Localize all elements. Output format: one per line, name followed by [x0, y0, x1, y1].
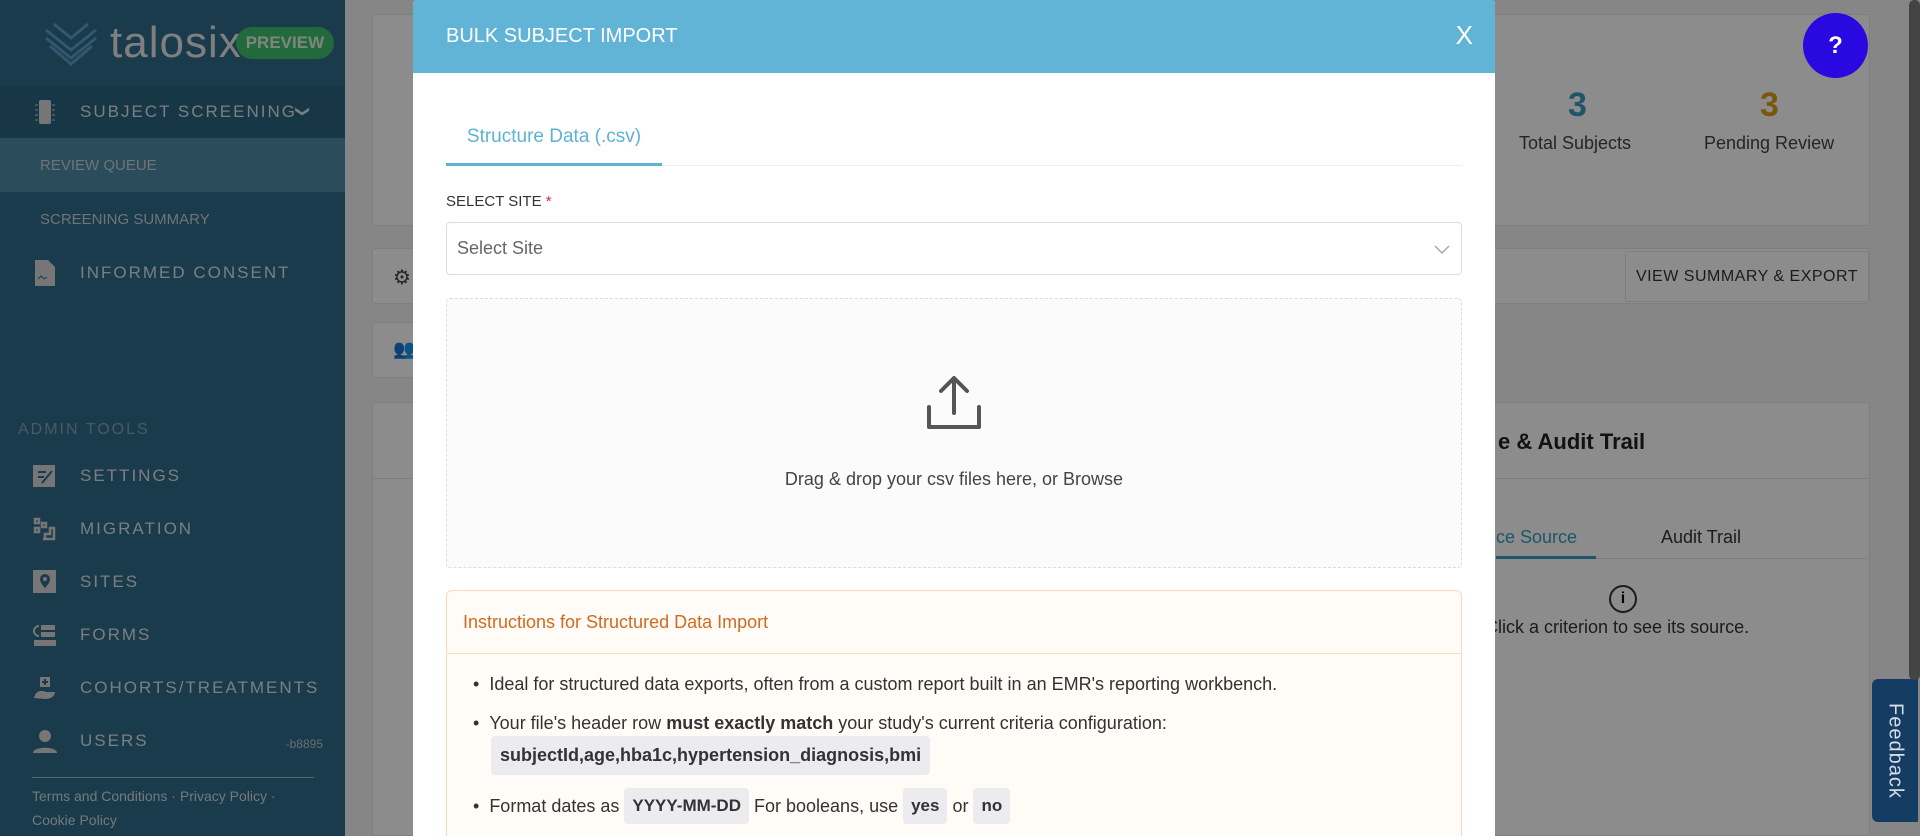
bulk-import-modal: BULK SUBJECT IMPORT X Structure Data (.c…	[413, 0, 1495, 836]
close-icon[interactable]: X	[1456, 20, 1473, 51]
yes-code: yes	[903, 788, 948, 824]
instruction-text: your study's current criteria configurat…	[833, 713, 1167, 733]
instruction-item: Format dates as YYYY-MM-DD For booleans,…	[473, 788, 1015, 824]
instruction-text: For booleans, use	[754, 795, 899, 816]
label-text: SELECT SITE	[446, 193, 542, 210]
scrollbar[interactable]	[1909, 0, 1920, 680]
header-row-code: subjectId,age,hba1c,hypertension_diagnos…	[491, 736, 931, 775]
instruction-item: Your file's header row must exactly matc…	[473, 713, 1167, 734]
no-code: no	[973, 788, 1011, 824]
modal-title: BULK SUBJECT IMPORT	[446, 25, 678, 47]
instruction-emphasis: must exactly match	[666, 713, 834, 733]
date-format-code: YYYY-MM-DD	[624, 788, 749, 824]
select-site-label: SELECT SITE *	[446, 193, 552, 210]
instructions-title: Instructions for Structured Data Import	[447, 591, 1461, 654]
import-tabs: Structure Data (.csv)	[446, 112, 1462, 166]
instruction-text: or	[952, 795, 969, 816]
instruction-item: Ideal for structured data exports, often…	[473, 674, 1277, 695]
modal-header: BULK SUBJECT IMPORT	[413, 0, 1495, 73]
site-select[interactable]: Select Site	[446, 222, 1462, 275]
select-placeholder: Select Site	[457, 238, 544, 258]
instruction-text: Format dates as	[489, 795, 620, 816]
upload-icon	[927, 376, 981, 429]
help-button[interactable]: ?	[1803, 13, 1868, 78]
csv-dropzone[interactable]: Drag & drop your csv files here, or Brow…	[446, 298, 1462, 568]
instruction-text: Your file's header row	[489, 713, 667, 733]
feedback-tab[interactable]: Feedback	[1872, 679, 1918, 822]
instructions-box: Instructions for Structured Data Import …	[446, 590, 1462, 836]
instruction-text: Ideal for structured data exports, often…	[489, 674, 1278, 694]
chevron-down-icon	[1434, 245, 1450, 255]
dropzone-text: Drag & drop your csv files here, or Brow…	[784, 469, 1124, 489]
required-marker: *	[545, 193, 552, 210]
tab-structure-data[interactable]: Structure Data (.csv)	[446, 112, 662, 166]
